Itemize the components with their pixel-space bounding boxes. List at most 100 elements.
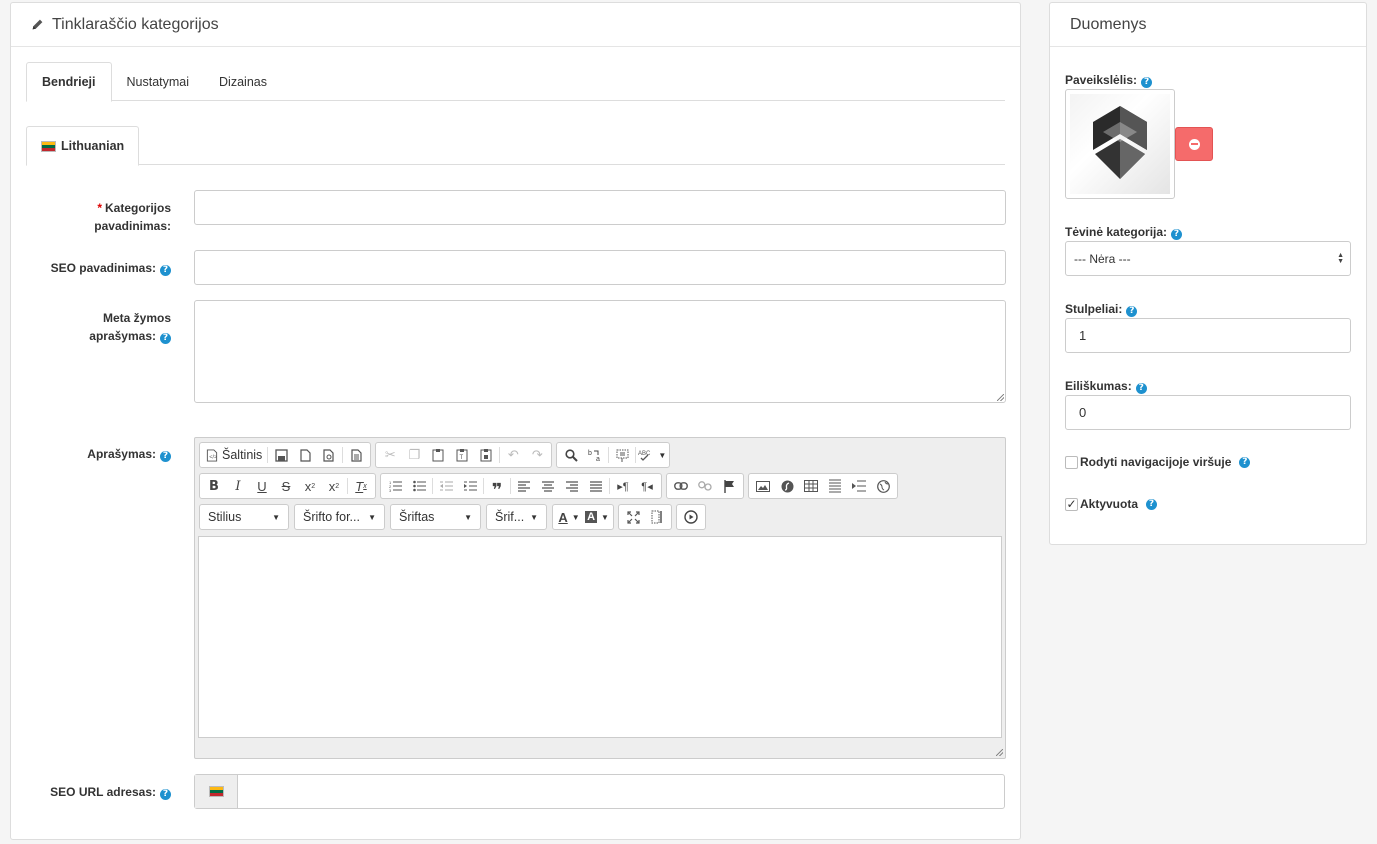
strikethrough-icon[interactable]: S [274, 475, 298, 497]
replace-icon[interactable]: ba [583, 444, 607, 466]
seo-url-language-addon [195, 775, 238, 808]
paste-text-icon[interactable]: T [450, 444, 474, 466]
svg-text:T: T [460, 455, 464, 461]
flash-icon[interactable] [775, 475, 799, 497]
subscript-icon[interactable]: x2 [298, 475, 322, 497]
undo-icon[interactable]: ↶ [501, 444, 525, 466]
play-video-icon[interactable] [679, 506, 703, 528]
parent-category-label: Tėvinė kategorija:? [1065, 225, 1183, 240]
help-icon[interactable]: ? [1146, 498, 1158, 510]
text-color-icon[interactable]: A ▼ [555, 506, 583, 528]
help-icon[interactable]: ? [1171, 229, 1183, 240]
rich-text-editor: </> Šaltinis ✂ ❐ T ↶ ↷ b a ABC ▼ B I U S… [194, 437, 1006, 759]
image-thumbnail[interactable] [1065, 89, 1175, 199]
spellcheck-icon[interactable]: ABC ▼ [637, 444, 667, 466]
main-panel: Tinklaraščio kategorijos Bendrieji Nusta… [10, 2, 1021, 840]
show-blocks-icon[interactable] [645, 506, 669, 528]
toolbar-group-links [666, 473, 744, 499]
help-icon[interactable]: ? [1135, 383, 1147, 394]
copy-icon[interactable]: ❐ [402, 444, 426, 466]
anchor-flag-icon[interactable] [717, 475, 741, 497]
select-arrows-icon: ▲ ▼ [1337, 251, 1344, 265]
required-marker: * [97, 201, 102, 215]
seo-url-input[interactable] [238, 775, 1004, 808]
toolbar-group-basic: B I U S x2 x2 Tx [199, 473, 376, 499]
help-icon[interactable]: ? [160, 451, 171, 462]
numbered-list-icon[interactable]: 123 [383, 475, 407, 497]
toolbar-group-tools [618, 504, 672, 530]
horizontal-rule-icon[interactable] [823, 475, 847, 497]
superscript-icon[interactable]: x2 [322, 475, 346, 497]
unlink-icon[interactable] [693, 475, 717, 497]
paste-word-icon[interactable] [474, 444, 498, 466]
image-label: Paveikslėlis:? [1065, 73, 1153, 88]
format-combo[interactable]: Šrifto for... ▼ [294, 504, 385, 530]
styles-combo[interactable]: Stilius ▼ [199, 504, 289, 530]
table-icon[interactable] [799, 475, 823, 497]
source-button[interactable]: </> Šaltinis [202, 444, 266, 466]
help-icon[interactable]: ? [160, 333, 171, 344]
bold-icon[interactable]: B [202, 475, 226, 497]
templates-icon[interactable] [344, 444, 368, 466]
blockquote-icon[interactable]: ❞ [485, 475, 509, 500]
align-justify-icon[interactable] [584, 475, 608, 497]
category-name-input[interactable] [194, 190, 1006, 225]
active-row: ✓ Aktyvuota ? [1065, 497, 1158, 511]
lithuanian-flag-icon [208, 786, 224, 797]
page-break-icon[interactable] [847, 475, 871, 497]
tab-language-lithuanian[interactable]: Lithuanian [26, 126, 140, 166]
columns-input[interactable] [1065, 318, 1351, 353]
meta-description-input[interactable] [194, 300, 1006, 403]
page-title: Tinklaraščio kategorijos [52, 15, 219, 33]
align-right-icon[interactable] [560, 475, 584, 497]
underline-icon[interactable]: U [250, 475, 274, 497]
resize-grip[interactable] [997, 394, 1004, 401]
save-icon[interactable] [269, 444, 293, 466]
help-icon[interactable]: ? [1239, 456, 1251, 468]
image-icon[interactable] [751, 475, 775, 497]
lithuanian-flag-icon [41, 140, 56, 152]
parent-category-select[interactable]: --- Nėra --- ▲ ▼ [1065, 241, 1351, 276]
toolbar-row-2: B I U S x2 x2 Tx 123 ❞ ▸¶ ¶◂ [199, 473, 902, 500]
language-tabs: Lithuanian [26, 126, 1005, 166]
iframe-globe-icon[interactable] [871, 475, 895, 497]
text-direction-ltr-icon[interactable]: ▸¶ [611, 475, 635, 497]
paste-icon[interactable] [426, 444, 450, 466]
help-icon[interactable]: ? [1141, 77, 1153, 88]
sort-order-input[interactable] [1065, 395, 1351, 430]
help-icon[interactable]: ? [160, 265, 171, 276]
editor-resize-grip[interactable] [996, 749, 1003, 756]
toolbar-group-clipboard: ✂ ❐ T ↶ ↷ [375, 442, 553, 468]
align-left-icon[interactable] [512, 475, 536, 497]
seo-name-input[interactable] [194, 250, 1006, 285]
bulleted-list-icon[interactable] [407, 475, 431, 497]
indent-icon[interactable] [458, 475, 482, 497]
italic-icon[interactable]: I [226, 475, 250, 497]
preview-icon[interactable] [317, 444, 341, 466]
tab-general[interactable]: Bendrieji [26, 62, 112, 102]
maximize-icon[interactable] [621, 506, 645, 528]
show-in-top-nav-checkbox[interactable] [1065, 455, 1078, 469]
active-checkbox[interactable]: ✓ [1065, 497, 1078, 511]
background-color-icon[interactable]: A ▼ [583, 506, 611, 528]
font-size-combo[interactable]: Šrif... ▼ [486, 504, 547, 530]
tab-design[interactable]: Dizainas [204, 62, 282, 101]
help-icon[interactable]: ? [1126, 306, 1138, 317]
remove-image-button[interactable] [1175, 127, 1213, 161]
new-page-icon[interactable] [293, 444, 317, 466]
help-icon[interactable]: ? [160, 789, 171, 800]
tab-settings[interactable]: Nustatymai [112, 62, 205, 101]
remove-format-icon[interactable]: Tx [349, 475, 373, 497]
cut-icon[interactable]: ✂ [378, 444, 402, 466]
outdent-icon[interactable] [434, 475, 458, 497]
align-center-icon[interactable] [536, 475, 560, 497]
select-all-icon[interactable] [610, 444, 634, 466]
toolbar-group-document: </> Šaltinis [199, 442, 372, 468]
redo-icon[interactable]: ↷ [525, 444, 549, 466]
toolbar-row-3: Stilius ▼ Šrifto for... ▼ Šriftas ▼ Šrif...… [199, 504, 710, 530]
find-icon[interactable] [559, 444, 583, 466]
editor-content-area[interactable] [198, 536, 1002, 738]
link-icon[interactable] [669, 475, 693, 497]
font-combo[interactable]: Šriftas ▼ [390, 504, 481, 530]
text-direction-rtl-icon[interactable]: ¶◂ [635, 475, 659, 497]
